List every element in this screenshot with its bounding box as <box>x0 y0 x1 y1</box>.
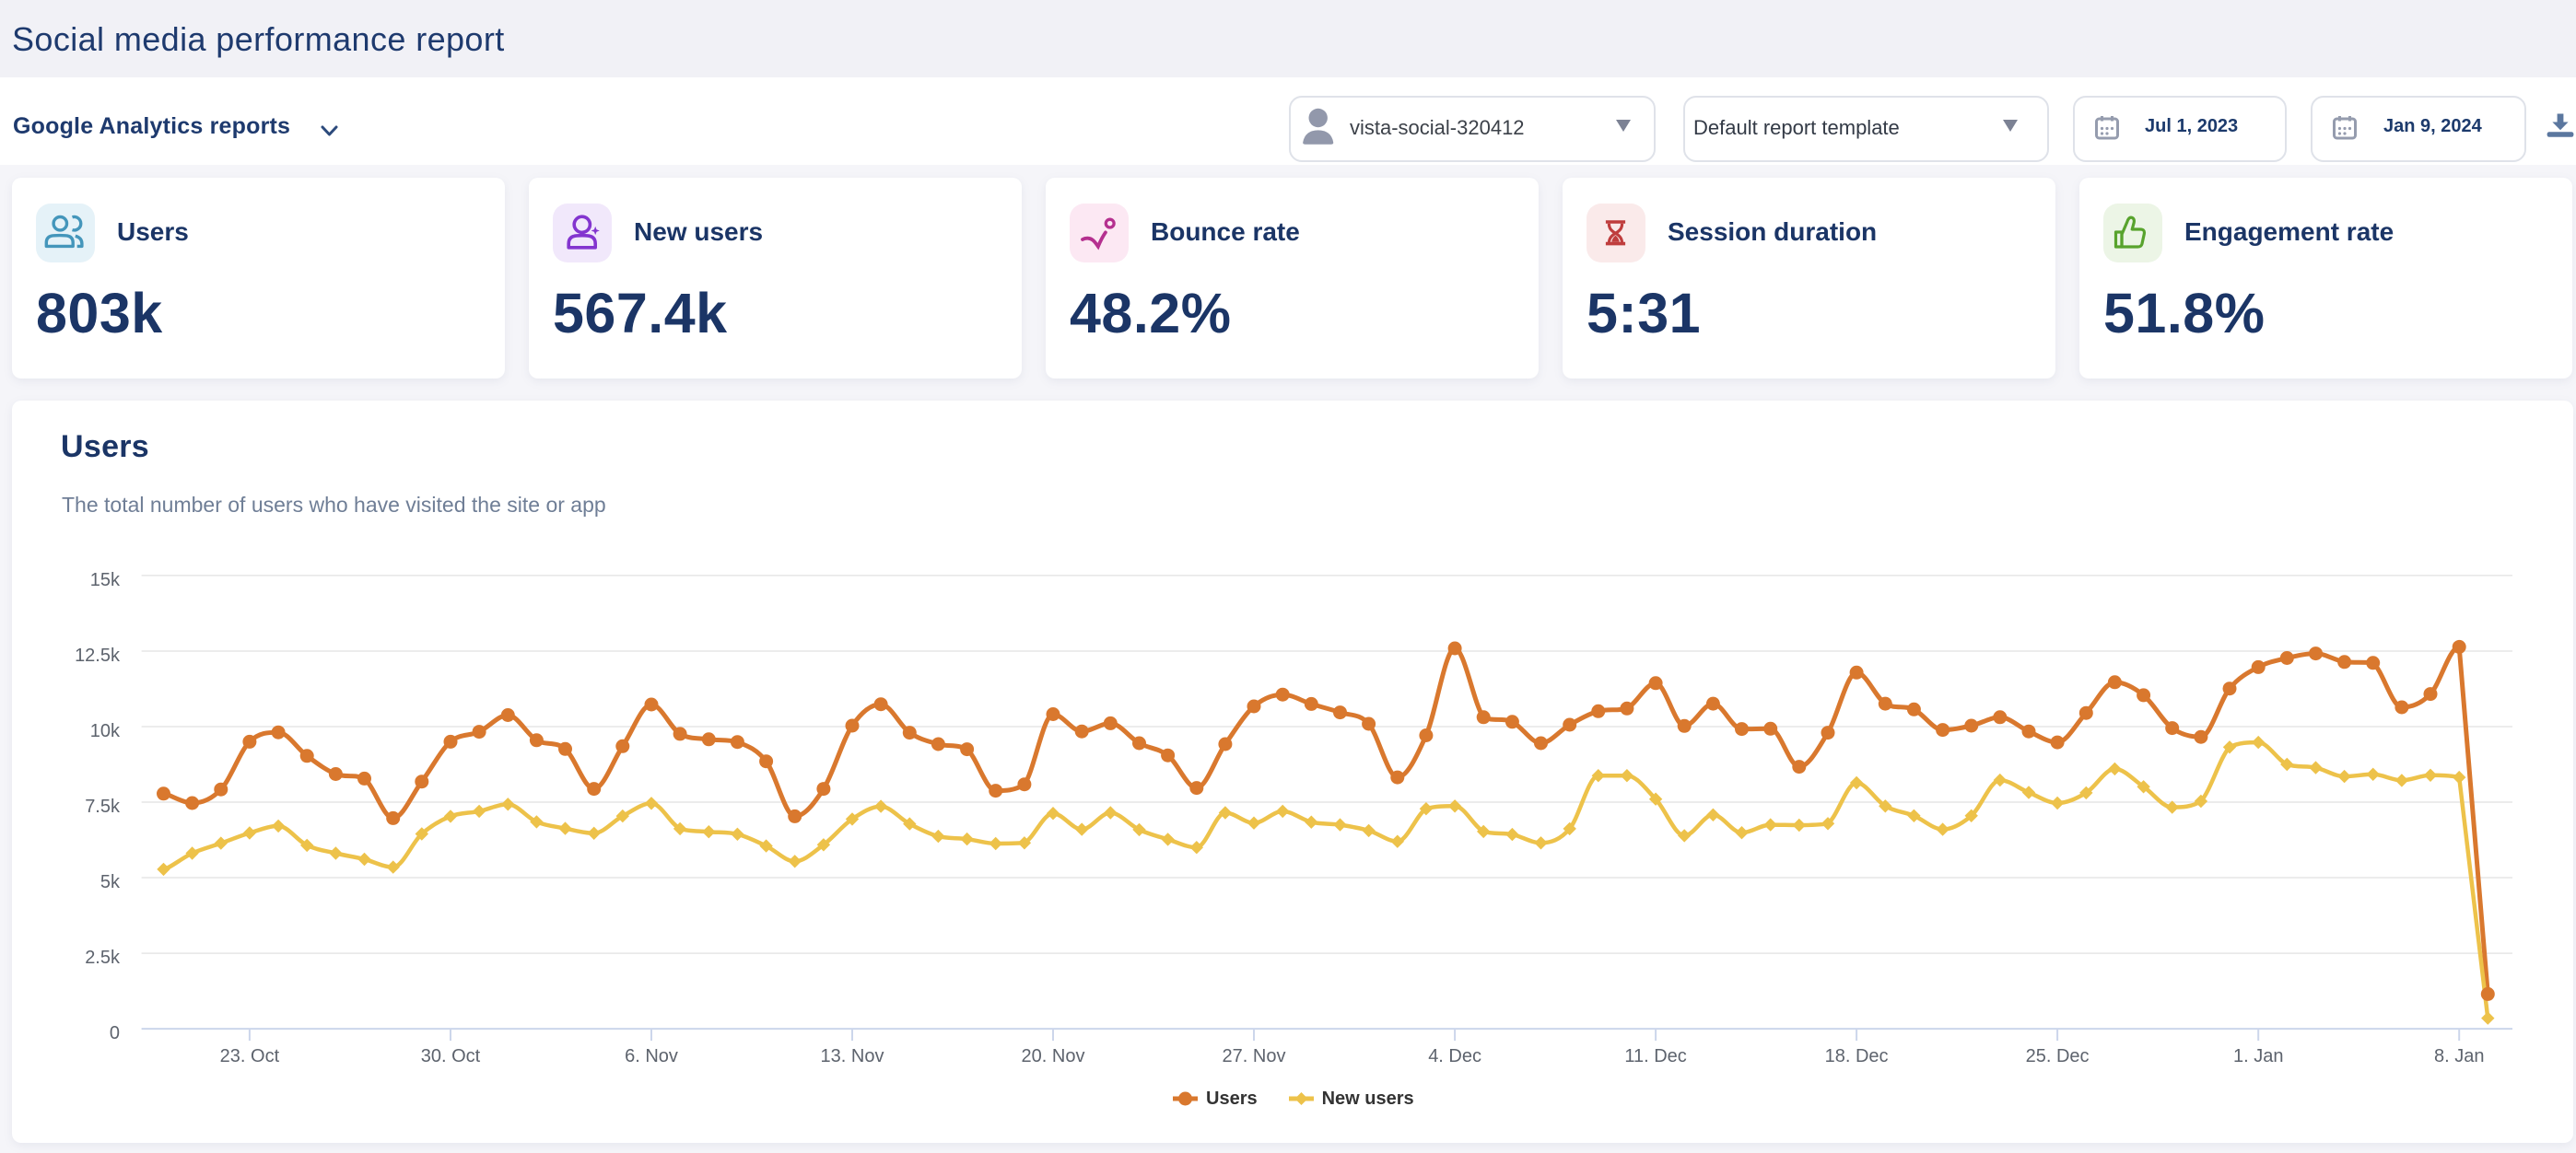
svg-text:15k: 15k <box>90 570 121 590</box>
svg-text:4. Dec: 4. Dec <box>1428 1046 1481 1066</box>
svg-text:0: 0 <box>110 1023 120 1043</box>
svg-text:27. Nov: 27. Nov <box>1223 1046 1286 1066</box>
svg-text:10k: 10k <box>90 721 121 741</box>
svg-text:11. Dec: 11. Dec <box>1624 1046 1686 1066</box>
svg-text:12.5k: 12.5k <box>75 646 121 666</box>
svg-text:30. Oct: 30. Oct <box>421 1046 481 1066</box>
svg-text:2.5k: 2.5k <box>85 948 121 968</box>
svg-text:5k: 5k <box>100 872 121 892</box>
svg-text:25. Dec: 25. Dec <box>2026 1046 2090 1066</box>
svg-text:1. Jan: 1. Jan <box>2233 1046 2283 1066</box>
svg-text:18. Dec: 18. Dec <box>1825 1046 1889 1066</box>
svg-text:20. Nov: 20. Nov <box>1022 1046 1085 1066</box>
svg-text:7.5k: 7.5k <box>85 797 121 817</box>
svg-text:23. Oct: 23. Oct <box>220 1046 280 1066</box>
svg-text:13. Nov: 13. Nov <box>821 1046 884 1066</box>
svg-text:6. Nov: 6. Nov <box>625 1046 678 1066</box>
svg-text:8. Jan: 8. Jan <box>2434 1046 2484 1066</box>
